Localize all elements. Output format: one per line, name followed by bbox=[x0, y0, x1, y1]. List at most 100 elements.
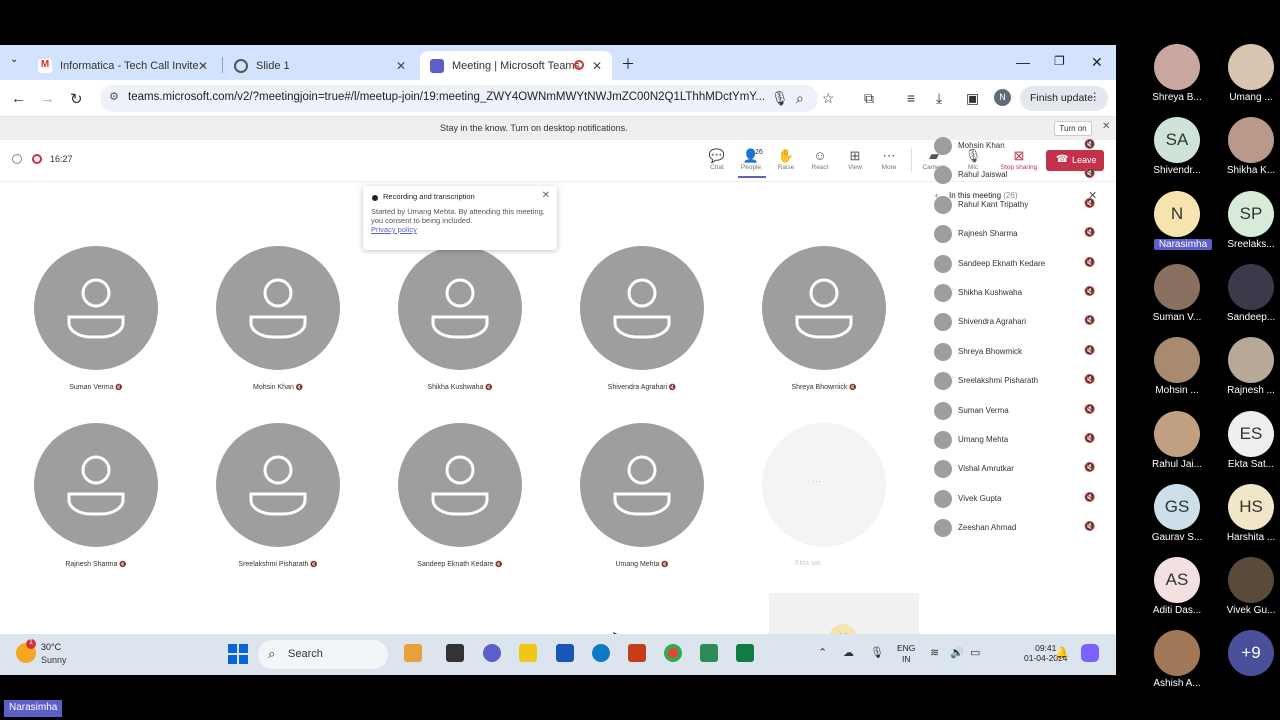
gallery-tile[interactable]: Shikha K... bbox=[1214, 117, 1280, 187]
tab-search-chevron-icon[interactable]: ⌄ bbox=[10, 54, 18, 65]
mic-muted-icon[interactable]: 🔇 bbox=[1084, 227, 1095, 238]
tray-chevron-icon[interactable]: ⌃ bbox=[818, 646, 827, 659]
media-icon[interactable]: ≡ bbox=[907, 90, 915, 106]
close-icon[interactable]: ✕ bbox=[1102, 121, 1110, 132]
gallery-tile[interactable]: SA Shivendr... bbox=[1140, 117, 1214, 187]
participant-tile-loading[interactable] bbox=[762, 423, 886, 547]
gallery-tile[interactable]: SP Sreelaks... bbox=[1214, 190, 1280, 261]
participant-tile[interactable] bbox=[34, 423, 158, 547]
privacy-policy-link[interactable]: Privacy policy bbox=[371, 225, 549, 234]
participant-list-item[interactable]: Zeeshan Ahmad 🔇 bbox=[925, 514, 1116, 543]
gallery-tile[interactable]: Rajnesh ... bbox=[1214, 337, 1280, 407]
store-icon[interactable] bbox=[404, 644, 422, 662]
mic-muted-icon[interactable]: 🔇 bbox=[1084, 374, 1095, 385]
mic-icon[interactable]: 🎙 bbox=[771, 90, 789, 107]
new-tab-icon[interactable]: ＋ bbox=[621, 54, 635, 74]
mic-muted-icon[interactable]: 🔇 bbox=[1084, 139, 1095, 150]
language-indicator[interactable]: ENG IN bbox=[897, 643, 915, 665]
participant-list-item[interactable]: Mohsin Khan 🔇 bbox=[925, 132, 1116, 161]
participant-tile[interactable] bbox=[216, 246, 340, 370]
participant-tile[interactable] bbox=[398, 423, 522, 547]
extensions-icon[interactable]: ⧉ bbox=[864, 90, 874, 107]
close-tab-icon[interactable]: ✕ bbox=[396, 59, 406, 73]
react-button[interactable]: ☺ React bbox=[805, 148, 835, 171]
gallery-tile[interactable]: Suman V... bbox=[1140, 263, 1214, 334]
restore-icon[interactable]: ❐ bbox=[1054, 54, 1065, 68]
gallery-tile[interactable]: Ashish A... bbox=[1140, 630, 1214, 700]
volume-icon[interactable]: 🔊 bbox=[950, 646, 964, 659]
mic-muted-icon[interactable]: 🔇 bbox=[1084, 492, 1095, 503]
gallery-tile[interactable]: N Narasimha bbox=[1140, 190, 1214, 261]
participant-tile[interactable] bbox=[398, 246, 522, 370]
windows-start-icon[interactable] bbox=[228, 644, 248, 664]
gallery-tile[interactable]: Umang ... bbox=[1214, 44, 1280, 114]
more-button[interactable]: ⋯ More bbox=[874, 148, 904, 171]
participant-list-item[interactable]: Rahul Jaiswal 🔇 bbox=[925, 161, 1116, 190]
chrome-icon[interactable] bbox=[664, 644, 682, 662]
gallery-tile[interactable]: ES Ekta Sat... bbox=[1214, 410, 1280, 481]
close-window-icon[interactable]: ✕ bbox=[1091, 54, 1103, 71]
download-icon[interactable]: ⤓ bbox=[936, 90, 942, 107]
teams-chat-icon[interactable] bbox=[483, 644, 501, 662]
mic-muted-icon[interactable]: 🔇 bbox=[1084, 198, 1095, 209]
mic-tray-icon[interactable]: 🎙 bbox=[870, 646, 884, 659]
excel-icon[interactable] bbox=[736, 644, 754, 662]
mic-muted-icon[interactable]: 🔇 bbox=[1084, 521, 1095, 532]
participant-list-item[interactable]: Vishal Amrutkar 🔇 bbox=[925, 455, 1116, 484]
site-info-icon[interactable]: ⚙ bbox=[109, 90, 119, 103]
gallery-tile[interactable]: AS Aditi Das... bbox=[1140, 557, 1214, 627]
cloud-icon[interactable]: ☁ bbox=[843, 646, 854, 659]
mic-muted-icon[interactable]: 🔇 bbox=[1084, 433, 1095, 444]
participant-tile[interactable] bbox=[34, 246, 158, 370]
mic-muted-icon[interactable]: 🔇 bbox=[1084, 286, 1095, 297]
gallery-tile[interactable]: GS Gaurav S... bbox=[1140, 483, 1214, 554]
taskbar-search[interactable]: ⌕ Search bbox=[258, 640, 388, 669]
participant-list-item[interactable]: Shreya Bhowmick 🔇 bbox=[925, 338, 1116, 367]
notes-icon[interactable] bbox=[700, 644, 718, 662]
zoom-icon[interactable]: ⌕ bbox=[796, 90, 804, 107]
close-icon[interactable]: ✕ bbox=[542, 190, 550, 201]
participant-tile[interactable] bbox=[762, 246, 886, 370]
side-panel-icon[interactable]: ▣ bbox=[966, 90, 979, 107]
profile-avatar[interactable]: N bbox=[994, 89, 1011, 106]
raise-hand-button[interactable]: ✋ Raise bbox=[771, 148, 801, 171]
wifi-icon[interactable]: ≋ bbox=[930, 646, 939, 659]
chat-button[interactable]: 💬 Chat bbox=[702, 148, 732, 171]
url-input[interactable]: ⚙ teams.microsoft.com/v2/?meetingjoin=tr… bbox=[100, 85, 818, 112]
participant-tile[interactable] bbox=[580, 246, 704, 370]
copilot-icon[interactable] bbox=[1081, 644, 1099, 662]
participant-list-item[interactable]: Shikha Kushwaha 🔇 bbox=[925, 279, 1116, 308]
participant-list-item[interactable]: Umang Mehta 🔇 bbox=[925, 426, 1116, 455]
back-icon[interactable]: ← bbox=[11, 90, 26, 107]
participant-list-item[interactable]: Sandeep Eknath Kedare 🔇 bbox=[925, 250, 1116, 279]
tab-teams-meeting[interactable]: Meeting | Microsoft Teams ✕ bbox=[420, 51, 612, 80]
finish-update-button[interactable]: Finish update ⋮ bbox=[1020, 86, 1108, 111]
mic-muted-icon[interactable]: 🔇 bbox=[1084, 345, 1095, 356]
mic-muted-icon[interactable]: 🔇 bbox=[1084, 462, 1095, 473]
minimize-icon[interactable]: — bbox=[1016, 54, 1030, 70]
participant-list-item[interactable]: Sreelakshmi Pisharath 🔇 bbox=[925, 367, 1116, 396]
battery-icon[interactable]: ▭ bbox=[970, 646, 980, 659]
reload-icon[interactable]: ↻ bbox=[70, 90, 83, 108]
gallery-tile[interactable]: Vivek Gu... bbox=[1214, 557, 1280, 627]
mic-muted-icon[interactable]: 🔇 bbox=[1084, 257, 1095, 268]
participant-list-item[interactable]: Vivek Gupta 🔇 bbox=[925, 485, 1116, 514]
participant-list-item[interactable]: Shivendra Agrahari 🔇 bbox=[925, 308, 1116, 337]
gallery-tile[interactable]: Shreya B... bbox=[1140, 44, 1214, 114]
gallery-tile[interactable]: Sandeep... bbox=[1214, 263, 1280, 334]
mic-muted-icon[interactable]: 🔇 bbox=[1084, 168, 1095, 179]
view-button[interactable]: ⊞ View bbox=[840, 148, 870, 171]
gallery-tile[interactable]: Rahul Jai... bbox=[1140, 410, 1214, 481]
gallery-tile[interactable]: HS Harshita ... bbox=[1214, 483, 1280, 554]
star-icon[interactable]: ☆ bbox=[822, 90, 835, 107]
gallery-tile[interactable]: Mohsin ... bbox=[1140, 337, 1214, 407]
close-tab-icon[interactable]: ✕ bbox=[198, 59, 208, 73]
file-explorer-icon[interactable] bbox=[519, 644, 537, 662]
tab-informatica[interactable]: M Informatica - Tech Call Invite - ✕ bbox=[28, 51, 218, 80]
participant-list-item[interactable]: Suman Verma 🔇 bbox=[925, 397, 1116, 426]
menu-dots-icon[interactable]: ⋮ bbox=[1090, 91, 1101, 103]
mic-muted-icon[interactable]: 🔇 bbox=[1084, 404, 1095, 415]
participant-tile[interactable] bbox=[580, 423, 704, 547]
forward-icon[interactable]: → bbox=[40, 90, 55, 107]
bell-icon[interactable]: 🔔 bbox=[1055, 646, 1069, 659]
